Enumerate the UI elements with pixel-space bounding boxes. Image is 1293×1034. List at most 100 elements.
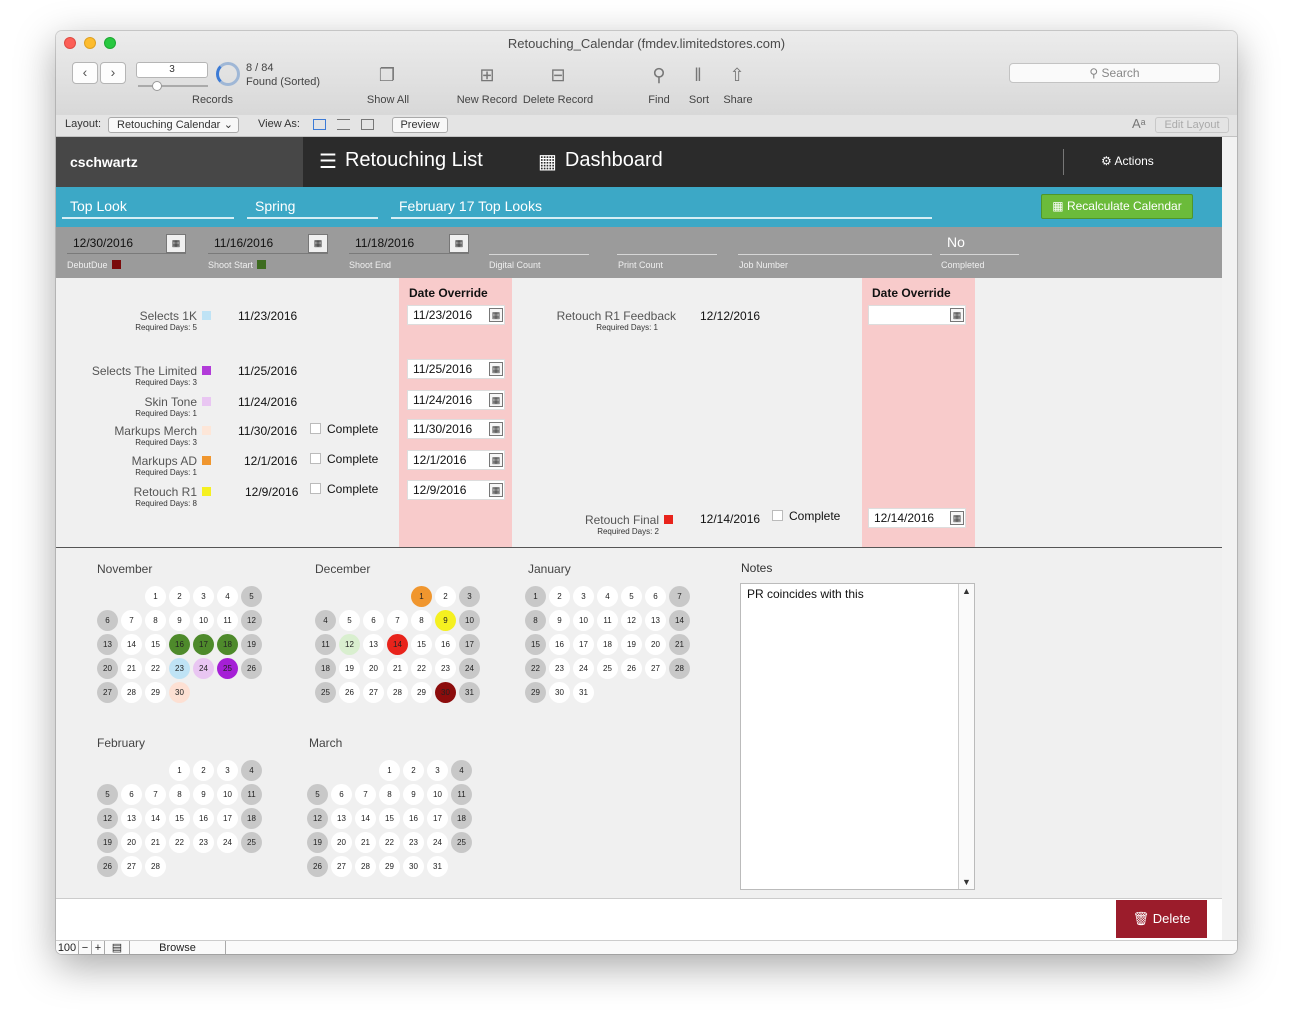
calendar-day[interactable]: 28 [121,682,142,703]
edit-layout-button[interactable]: Edit Layout [1155,117,1229,133]
preview-button[interactable]: Preview [392,117,448,133]
calendar-picker-icon[interactable]: ▦ [489,483,503,497]
season-field[interactable]: Spring [247,198,378,219]
calendar-day[interactable]: 19 [621,634,642,655]
calendar-day[interactable]: 27 [121,856,142,877]
calendar-day[interactable]: 24 [217,832,238,853]
zoom-out-icon[interactable]: − [79,941,92,954]
calendar-day[interactable]: 15 [145,634,166,655]
calendar-day[interactable]: 25 [217,658,238,679]
calendar-day[interactable]: 2 [435,586,456,607]
digital-count-field[interactable] [489,254,589,255]
override-date-field[interactable]: 11/24/2016 ▦ [407,390,505,410]
calendar-day[interactable]: 6 [363,610,384,631]
calendar-day[interactable]: 6 [645,586,666,607]
calendar-day[interactable]: 30 [403,856,424,877]
calendar-day[interactable]: 27 [97,682,118,703]
calendar-day[interactable]: 7 [145,784,166,805]
calendar-picker-icon[interactable]: ▦ [489,393,503,407]
calendar-day[interactable]: 16 [403,808,424,829]
calendar-day[interactable]: 5 [339,610,360,631]
calendar-day[interactable]: 19 [241,634,262,655]
calendar-day[interactable]: 10 [217,784,238,805]
calendar-day[interactable]: 6 [97,610,118,631]
shoot-start-field[interactable]: 11/16/2016 ▦ [208,233,328,254]
print-count-field[interactable] [617,254,717,255]
calendar-day[interactable]: 18 [451,808,472,829]
calendar-day[interactable]: 24 [193,658,214,679]
calendar-day[interactable]: 25 [597,658,618,679]
list-view-icon[interactable] [337,119,350,130]
calendar-day[interactable]: 2 [403,760,424,781]
calendar-day[interactable]: 16 [193,808,214,829]
calendar-day[interactable]: 25 [451,832,472,853]
calendar-day[interactable]: 5 [307,784,328,805]
calendar-day[interactable]: 20 [97,658,118,679]
calendar-day[interactable]: 1 [145,586,166,607]
calendar-day[interactable]: 20 [645,634,666,655]
calendar-day[interactable]: 11 [451,784,472,805]
calendar-day[interactable]: 5 [621,586,642,607]
calendar-day[interactable]: 7 [669,586,690,607]
calendar-day[interactable]: 30 [435,682,456,703]
calendar-day[interactable]: 1 [411,586,432,607]
calendar-day[interactable]: 29 [145,682,166,703]
share-icon[interactable]: ⇧ [726,65,748,85]
calendar-day[interactable]: 19 [339,658,360,679]
override-date-field[interactable]: 11/25/2016 ▦ [407,359,505,379]
calendar-day[interactable]: 2 [549,586,570,607]
calendar-day[interactable]: 17 [459,634,480,655]
calendar-day[interactable]: 2 [169,586,190,607]
calendar-day[interactable]: 3 [573,586,594,607]
new-record-icon[interactable]: ⊞ [476,65,498,85]
calendar-day[interactable]: 30 [169,682,190,703]
calendar-day[interactable]: 29 [411,682,432,703]
calendar-day[interactable]: 22 [525,658,546,679]
calendar-day[interactable]: 17 [193,634,214,655]
debut-due-field[interactable]: 12/30/2016 ▦ [67,233,186,254]
calendar-day[interactable]: 3 [217,760,238,781]
calendar-day[interactable]: 16 [435,634,456,655]
calendar-day[interactable]: 20 [363,658,384,679]
calendar-picker-icon[interactable]: ▦ [489,422,503,436]
calendar-day[interactable]: 31 [459,682,480,703]
calendar-day[interactable]: 15 [525,634,546,655]
complete-checkbox[interactable]: Complete [772,509,840,523]
notes-scrollbar[interactable]: ▲ ▼ [958,584,974,889]
calendar-day[interactable]: 11 [241,784,262,805]
calendar-day[interactable]: 9 [549,610,570,631]
calendar-day[interactable]: 13 [97,634,118,655]
calendar-day[interactable]: 9 [193,784,214,805]
calendar-day[interactable]: 21 [145,832,166,853]
calendar-day[interactable]: 4 [241,760,262,781]
calendar-day[interactable]: 24 [573,658,594,679]
calendar-day[interactable]: 8 [379,784,400,805]
new-record-button[interactable]: New Record [456,94,518,106]
calendar-day[interactable]: 11 [315,634,336,655]
calendar-day[interactable]: 8 [169,784,190,805]
share-button[interactable]: Share [720,94,756,106]
calendar-picker-icon[interactable]: ▦ [489,362,503,376]
calendar-day[interactable]: 10 [193,610,214,631]
calendar-day[interactable]: 19 [97,832,118,853]
look-title-field[interactable]: February 17 Top Looks [391,198,932,219]
calendar-picker-icon[interactable]: ▦ [950,308,964,322]
calendar-day[interactable]: 9 [169,610,190,631]
calendar-day[interactable]: 6 [121,784,142,805]
toggle-toolbar-icon[interactable]: ▤ [105,941,130,954]
scroll-down-icon[interactable]: ▼ [959,877,974,887]
calendar-day[interactable]: 28 [387,682,408,703]
calendar-day[interactable]: 23 [549,658,570,679]
calendar-day[interactable]: 13 [645,610,666,631]
calendar-day[interactable]: 18 [315,658,336,679]
override-date-field[interactable]: 12/1/2016 ▦ [407,450,505,470]
calendar-day[interactable]: 17 [217,808,238,829]
calendar-day[interactable]: 25 [241,832,262,853]
mode-indicator[interactable]: Browse [130,941,226,954]
previous-record-button[interactable]: ‹ [72,62,98,84]
calendar-day[interactable]: 20 [331,832,352,853]
search-input[interactable]: ⚲ Search [1009,63,1220,83]
checkbox-box[interactable] [310,423,321,434]
calendar-picker-icon[interactable]: ▦ [308,234,328,253]
override-date-field[interactable]: ▦ [868,305,966,325]
